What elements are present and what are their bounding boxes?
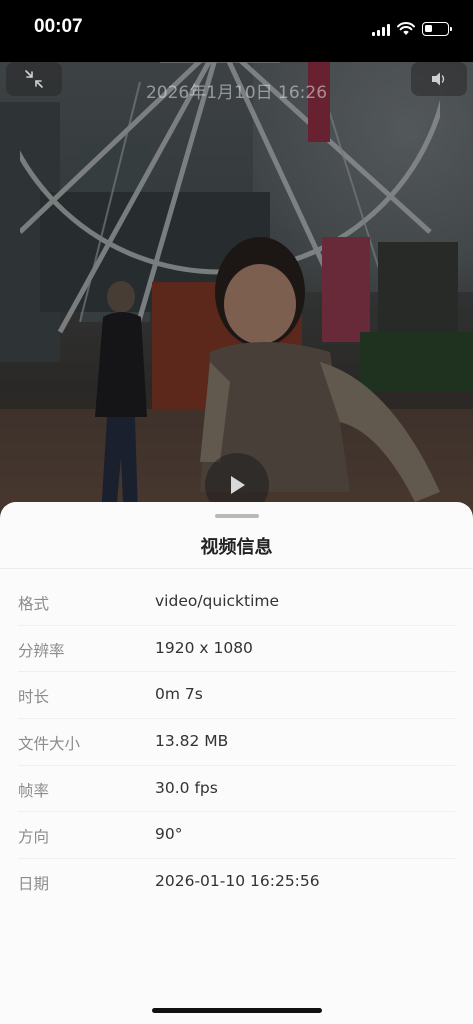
- info-row-frame-rate: 帧率 30.0 fps: [18, 766, 455, 813]
- info-label: 日期: [18, 875, 50, 894]
- info-value: video/quicktime: [155, 592, 280, 610]
- info-list: 格式 video/quicktime 分辨率 1920 x 1080 时长 0m…: [0, 579, 473, 906]
- sheet-grabber[interactable]: [215, 514, 259, 518]
- cellular-signal-icon: [372, 23, 390, 36]
- info-value: 30.0 fps: [155, 778, 218, 797]
- wifi-icon: [397, 22, 415, 35]
- info-label: 格式: [18, 595, 50, 613]
- info-label: 帧率: [18, 781, 50, 800]
- info-label: 文件大小: [18, 735, 81, 754]
- info-value: 13.82 MB: [155, 732, 229, 751]
- info-label: 时长: [18, 688, 50, 707]
- video-date-overlay: 2026年1月10日 16:26: [145, 83, 328, 103]
- info-row-orientation: 方向 90°: [18, 812, 455, 860]
- battery-icon: [422, 22, 452, 36]
- info-label: 方向: [18, 828, 50, 847]
- status-time: 00:07: [34, 16, 83, 37]
- status-bar: 00:07: [0, 0, 473, 62]
- info-label: 分辨率: [18, 641, 65, 660]
- mute-button[interactable]: [411, 62, 467, 96]
- info-row-duration: 时长 0m 7s: [18, 672, 455, 720]
- speaker-icon: [432, 72, 445, 86]
- sheet-title: 视频信息: [200, 537, 273, 558]
- status-icons: [372, 20, 452, 38]
- info-value: 1920 x 1080: [155, 638, 253, 657]
- video-info-sheet: 视频信息 格式 video/quicktime 分辨率 1920 x 1080 …: [0, 502, 473, 1024]
- home-indicator[interactable]: [152, 1008, 322, 1013]
- info-row-date: 日期 2026-01-10 16:25:56: [18, 859, 455, 906]
- screen: 00:07 2026年1月10日 16:26 视频信息 格式 video/qui…: [0, 0, 473, 1024]
- sheet-divider: [0, 568, 473, 569]
- info-value: 0m 7s: [155, 685, 203, 704]
- battery-level: [425, 25, 432, 32]
- info-value: 2026-01-10 16:25:56: [155, 872, 320, 891]
- info-row-resolution: 分辨率 1920 x 1080: [18, 626, 455, 673]
- play-icon: [231, 476, 245, 494]
- info-row-file-size: 文件大小 13.82 MB: [18, 719, 455, 766]
- info-row-format: 格式 video/quicktime: [18, 579, 455, 626]
- info-value: 90°: [155, 825, 183, 844]
